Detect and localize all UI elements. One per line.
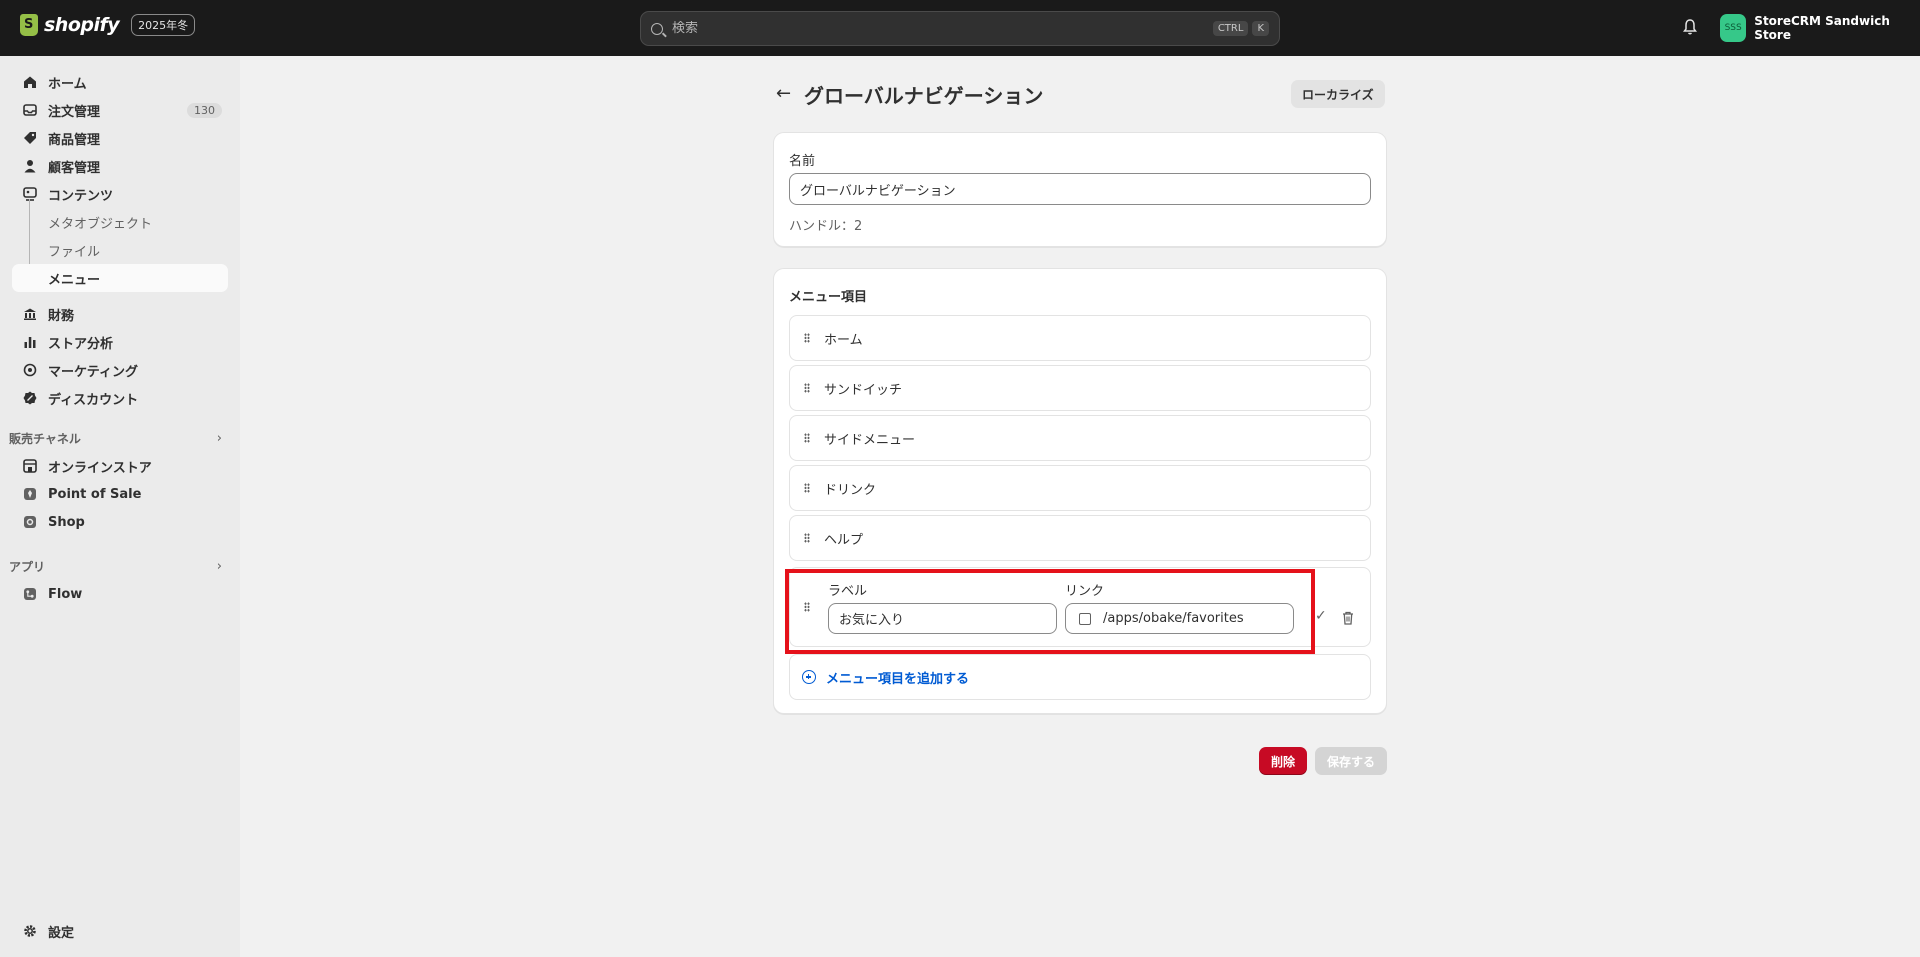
flow-icon	[22, 587, 37, 602]
person-icon	[22, 159, 37, 174]
add-menu-item-button[interactable]: メニュー項目を追加する	[789, 654, 1371, 700]
sidebar-item-settings[interactable]: 設定	[12, 917, 228, 945]
sidebar-item-finance[interactable]: 財務	[12, 300, 228, 328]
sales-channels-title[interactable]: 販売チャネル	[9, 430, 81, 447]
menu-name-card: 名前 ハンドル：2	[773, 132, 1387, 247]
bank-icon	[22, 307, 37, 322]
menu-item-row[interactable]: ホーム	[789, 315, 1371, 361]
target-icon	[22, 363, 37, 378]
menu-item-label: ドリンク	[824, 482, 877, 498]
shopify-bag-icon	[20, 14, 38, 36]
localize-button[interactable]: ローカライズ	[1291, 80, 1385, 108]
sidebar-item-label: 顧客管理	[48, 160, 101, 176]
shop-icon	[22, 515, 37, 530]
sidebar-item-label: ホーム	[48, 76, 87, 92]
sidebar-item-orders[interactable]: 注文管理 130	[12, 96, 228, 124]
sidebar-item-metaobjects[interactable]: メタオブジェクト	[12, 208, 228, 236]
back-arrow-icon[interactable]: ←	[776, 83, 791, 104]
menu-item-row[interactable]: ドリンク	[789, 465, 1371, 511]
sidebar-item-home[interactable]: ホーム	[12, 68, 228, 96]
sidebar-item-discounts[interactable]: ディスカウント	[12, 384, 228, 412]
sidebar-item-label: ディスカウント	[48, 392, 139, 408]
sidebar-item-files[interactable]: ファイル	[12, 236, 228, 264]
check-icon[interactable]: ✓	[1315, 608, 1327, 624]
inbox-icon	[22, 103, 37, 118]
name-label: 名前	[789, 154, 816, 169]
plus-circle-icon	[802, 670, 816, 684]
brand-name: shopify	[44, 14, 120, 36]
discount-icon	[22, 391, 37, 406]
drag-handle-icon[interactable]	[804, 383, 810, 393]
home-icon	[22, 75, 37, 90]
search-input[interactable]	[672, 21, 1209, 36]
sidebar-item-shop[interactable]: Shop	[12, 508, 228, 536]
menu-item-label: サンドイッチ	[824, 382, 903, 398]
sidebar-item-label: ファイル	[48, 244, 101, 260]
shortcut-k-key: K	[1252, 21, 1269, 36]
sidebar-item-label: メニュー	[48, 272, 101, 288]
store-name: StoreCRM Sandwich Store	[1754, 14, 1890, 42]
sidebar-item-point-of-sale[interactable]: Point of Sale	[12, 480, 228, 508]
orders-count-badge: 130	[187, 102, 222, 118]
sidebar-item-label: 注文管理	[48, 104, 101, 120]
menu-item-row[interactable]: ヘルプ	[789, 515, 1371, 561]
search-icon	[651, 22, 663, 35]
sidebar-item-analytics[interactable]: ストア分析	[12, 328, 228, 356]
add-menu-item-label: メニュー項目を追加する	[826, 671, 970, 687]
sidebar-item-customers[interactable]: 顧客管理	[12, 152, 228, 180]
bell-icon[interactable]	[1682, 18, 1698, 36]
top-bar: shopify 2025年冬 CTRL K SSS StoreCRM Sandw…	[0, 0, 1920, 56]
pos-icon	[22, 487, 37, 502]
shortcut-ctrl-key: CTRL	[1212, 21, 1249, 36]
tag-icon	[22, 131, 37, 146]
sidebar-item-label: 財務	[48, 308, 75, 324]
menu-items-title: メニュー項目	[789, 290, 868, 305]
sidebar-item-label: メタオブジェクト	[48, 216, 153, 232]
account-menu[interactable]: SSS StoreCRM Sandwich Store	[1720, 14, 1920, 42]
sidebar-item-label: Shop	[48, 514, 85, 530]
menu-item-row[interactable]: サイドメニュー	[789, 415, 1371, 461]
delete-button[interactable]: 削除	[1259, 747, 1307, 775]
save-button[interactable]: 保存する	[1315, 747, 1387, 775]
sidebar-item-label: Point of Sale	[48, 486, 142, 502]
page-title: グローバルナビゲーション	[804, 84, 1044, 108]
handle-text: ハンドル：2	[789, 219, 863, 234]
menu-item-label: ホーム	[824, 332, 863, 348]
drag-handle-icon[interactable]	[804, 333, 810, 343]
highlight-box	[785, 569, 1315, 654]
edition-badge[interactable]: 2025年冬	[131, 14, 196, 36]
sidebar-item-label: ストア分析	[48, 336, 114, 352]
chevron-right-icon[interactable]: ›	[217, 559, 222, 574]
avatar: SSS	[1720, 14, 1747, 42]
trash-icon[interactable]	[1342, 611, 1354, 625]
sidebar-item-label: コンテンツ	[48, 188, 114, 204]
drag-handle-icon[interactable]	[804, 533, 810, 543]
sidebar: ホーム 注文管理 130 商品管理 顧客管理 コンテンツ メタオブジェクト ファ…	[0, 56, 240, 957]
sidebar-item-online-store[interactable]: オンラインストア	[12, 452, 228, 480]
sidebar-item-label: 設定	[48, 925, 75, 941]
drag-handle-icon[interactable]	[804, 433, 810, 443]
sidebar-item-products[interactable]: 商品管理	[12, 124, 228, 152]
sidebar-item-label: Flow	[48, 586, 83, 602]
sidebar-item-label: オンラインストア	[48, 460, 152, 476]
menu-item-label: ヘルプ	[824, 532, 864, 548]
sidebar-item-content[interactable]: コンテンツ	[12, 180, 228, 208]
sidebar-item-label: 商品管理	[48, 132, 101, 148]
apps-title[interactable]: アプリ	[9, 558, 45, 575]
menu-item-row[interactable]: サンドイッチ	[789, 365, 1371, 411]
sidebar-item-menus[interactable]: メニュー	[12, 264, 228, 292]
shopify-logo[interactable]: shopify 2025年冬	[20, 14, 196, 36]
menu-item-label: サイドメニュー	[824, 432, 916, 448]
sidebar-item-flow[interactable]: Flow	[12, 580, 228, 608]
bar-chart-icon	[22, 335, 37, 350]
search-bar[interactable]: CTRL K	[640, 11, 1280, 46]
drag-handle-icon[interactable]	[804, 483, 810, 493]
sidebar-item-marketing[interactable]: マーケティング	[12, 356, 228, 384]
chevron-right-icon[interactable]: ›	[217, 431, 222, 446]
menu-name-input[interactable]	[789, 173, 1371, 205]
storefront-icon	[22, 459, 37, 474]
gear-icon	[22, 924, 37, 939]
sidebar-item-label: マーケティング	[48, 364, 138, 380]
